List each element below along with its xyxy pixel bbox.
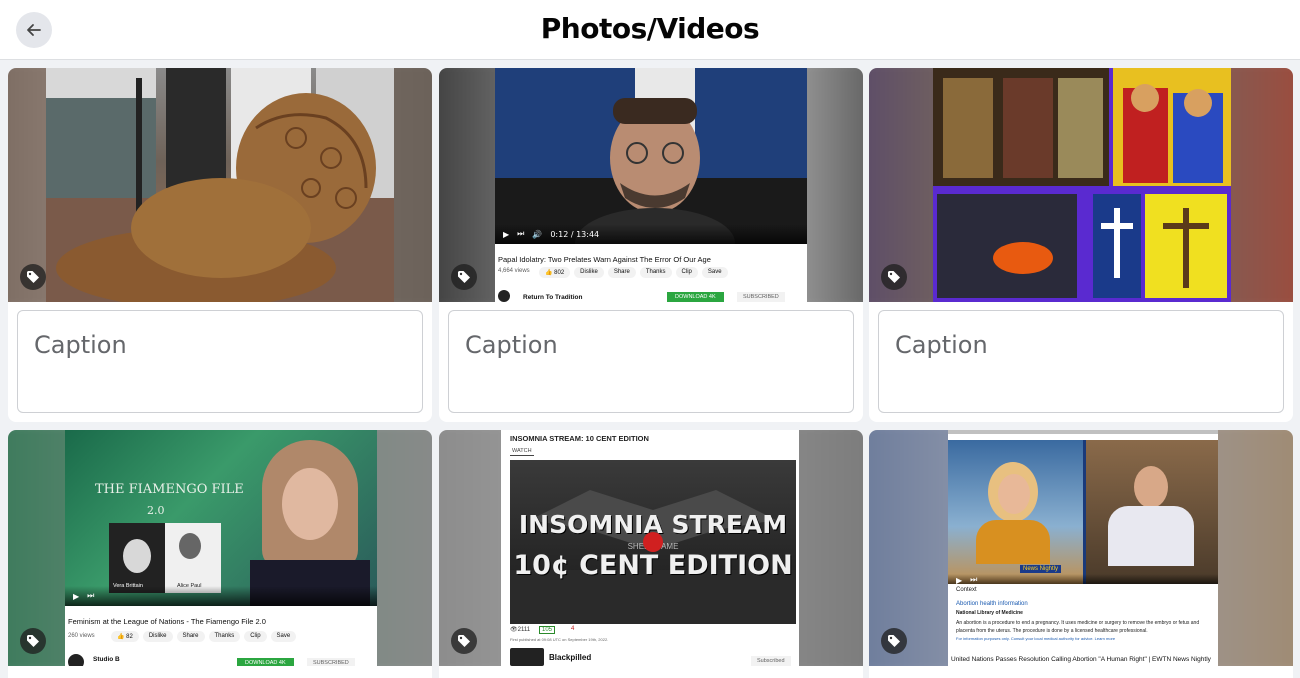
media-card: THE FIAMENGO FILE 2.0 Vera Brittain Alic… — [8, 430, 432, 678]
context-source: National Library of Medicine — [956, 610, 1023, 616]
video-still — [495, 68, 807, 278]
thanks-button[interactable]: Thanks — [639, 267, 672, 278]
media-card: INSOMNIA STREAM: 10 CENT EDITION WATCH I… — [439, 430, 863, 678]
caption-input[interactable] — [879, 311, 1283, 412]
video-actions: 👍 802 Dislike Share Thanks Clip Save — [539, 267, 728, 278]
video-views: 260 views — [68, 633, 95, 639]
tag-button[interactable] — [451, 628, 477, 654]
media-card — [8, 68, 432, 422]
caption-input[interactable] — [449, 311, 853, 412]
published-date: First published at 09:08 UTC on Septembe… — [510, 637, 609, 642]
dislike-button[interactable]: Dislike — [142, 631, 173, 642]
video-time: 0:12 / 13:44 — [550, 229, 600, 239]
overlay-version: 2.0 — [147, 504, 165, 517]
volume-icon[interactable]: 🔊 — [532, 230, 542, 239]
video-controls: ▶ ⏭ — [65, 586, 377, 606]
caption-field[interactable] — [878, 310, 1284, 413]
religious-collage-photo — [933, 68, 1231, 302]
lion-sculpture-photo — [46, 68, 394, 302]
dislike-count[interactable]: 4 — [571, 626, 574, 632]
media-card — [869, 68, 1293, 422]
media-thumbnail[interactable]: INSOMNIA STREAM: 10 CENT EDITION WATCH I… — [439, 430, 863, 666]
channel-avatar[interactable] — [68, 654, 84, 666]
context-footer[interactable]: For information purposes only. Consult y… — [956, 636, 1115, 641]
subscribed-button[interactable]: Subscribed — [751, 656, 791, 666]
caption-input[interactable] — [18, 311, 422, 412]
video-title: Feminism at the League of Nations - The … — [68, 617, 266, 626]
media-thumbnail[interactable]: ▶ ⏭ 🔊 0:12 / 13:44 Papal Idolatry: Two P… — [439, 68, 863, 302]
channel-name[interactable]: Studio B — [93, 656, 120, 663]
tag-button[interactable] — [881, 264, 907, 290]
tag-button[interactable] — [20, 628, 46, 654]
media-thumbnail[interactable] — [869, 68, 1293, 302]
video-frame: News Nightly ▶ ⏭ — [948, 440, 1218, 586]
video-views: 4,664 views — [498, 268, 530, 274]
caption-field[interactable] — [17, 310, 423, 413]
watch-tab[interactable]: WATCH — [510, 447, 534, 456]
video-actions: 👍 82 Dislike Share Thanks Clip Save — [111, 631, 297, 642]
download-button[interactable]: DOWNLOAD 4K — [237, 658, 294, 666]
share-button[interactable]: Share — [607, 267, 636, 278]
video-frame: ▶ ⏭ 🔊 0:12 / 13:44 — [495, 68, 807, 278]
channel-name[interactable]: Return To Tradition — [523, 294, 582, 301]
video-frame: INSOMNIA STREAM SHELL GAME 10¢ CENT EDIT… — [510, 460, 796, 624]
subscribed-button[interactable]: SUBSCRIBED — [737, 292, 785, 302]
channel-avatar[interactable] — [510, 648, 544, 666]
play-overlay-icon[interactable] — [643, 532, 663, 552]
play-icon[interactable]: ▶ — [503, 230, 509, 239]
like-count[interactable]: 105 — [539, 626, 556, 634]
share-button[interactable]: Share — [176, 631, 205, 642]
media-thumbnail[interactable] — [8, 68, 432, 302]
caption-field[interactable] — [448, 310, 854, 413]
save-button[interactable]: Save — [701, 267, 728, 278]
video-frame: THE FIAMENGO FILE 2.0 Vera Brittain Alic… — [65, 430, 377, 606]
media-thumbnail[interactable]: THE FIAMENGO FILE 2.0 Vera Brittain Alic… — [8, 430, 432, 666]
overlay-badge: News Nightly — [1020, 565, 1062, 573]
channel-name[interactable]: Blackpilled — [549, 653, 591, 662]
presenter — [250, 440, 370, 606]
tag-button[interactable] — [881, 628, 907, 654]
subscribed-button[interactable]: SUBSCRIBED — [307, 658, 355, 666]
video-controls: ▶ ⏭ 🔊 0:12 / 13:44 — [495, 224, 807, 244]
download-button[interactable]: DOWNLOAD 4K — [667, 292, 724, 302]
video-title: United Nations Passes Resolution Calling… — [951, 656, 1211, 663]
media-thumbnail[interactable]: News Nightly ▶ ⏭ Context Abortion health… — [869, 430, 1293, 666]
video-views: 👁2111 — [510, 627, 531, 633]
next-icon[interactable]: ⏭ — [517, 229, 524, 239]
tag-icon — [27, 635, 39, 647]
tag-icon — [458, 635, 470, 647]
channel-avatar[interactable] — [498, 290, 510, 302]
tag-icon — [27, 271, 39, 283]
context-text: An abortion is a procedure to end a preg… — [956, 620, 1200, 634]
overlay-title: THE FIAMENGO FILE — [95, 482, 244, 497]
like-button[interactable]: 👍 802 — [539, 267, 571, 278]
thanks-button[interactable]: Thanks — [208, 631, 241, 642]
media-card: News Nightly ▶ ⏭ Context Abortion health… — [869, 430, 1293, 678]
tag-button[interactable] — [20, 264, 46, 290]
historic-photo: Vera Brittain Alice Paul — [109, 523, 221, 593]
stream-heading: INSOMNIA STREAM: 10 CENT EDITION — [510, 434, 649, 443]
poster-line2: 10¢ CENT EDITION — [513, 550, 793, 581]
tag-icon — [888, 635, 900, 647]
play-icon[interactable]: ▶ — [73, 592, 79, 601]
header: Photos/Videos — [0, 0, 1300, 60]
save-button[interactable]: Save — [270, 631, 297, 642]
clip-button[interactable]: Clip — [244, 631, 267, 642]
video-title: Papal Idolatry: Two Prelates Warn Agains… — [498, 255, 711, 264]
like-button[interactable]: 👍 82 — [111, 631, 139, 642]
tag-icon — [888, 271, 900, 283]
context-label: Context — [956, 587, 977, 593]
next-icon[interactable]: ⏭ — [87, 591, 94, 601]
dislike-button[interactable]: Dislike — [574, 267, 604, 278]
context-title[interactable]: Abortion health information — [956, 601, 1028, 607]
context-panel: Context Abortion health information Nati… — [948, 584, 1218, 656]
tag-button[interactable] — [451, 264, 477, 290]
clip-button[interactable]: Clip — [675, 267, 698, 278]
tag-icon — [458, 271, 470, 283]
media-card: ▶ ⏭ 🔊 0:12 / 13:44 Papal Idolatry: Two P… — [439, 68, 863, 422]
page-title: Photos/Videos — [540, 12, 760, 45]
